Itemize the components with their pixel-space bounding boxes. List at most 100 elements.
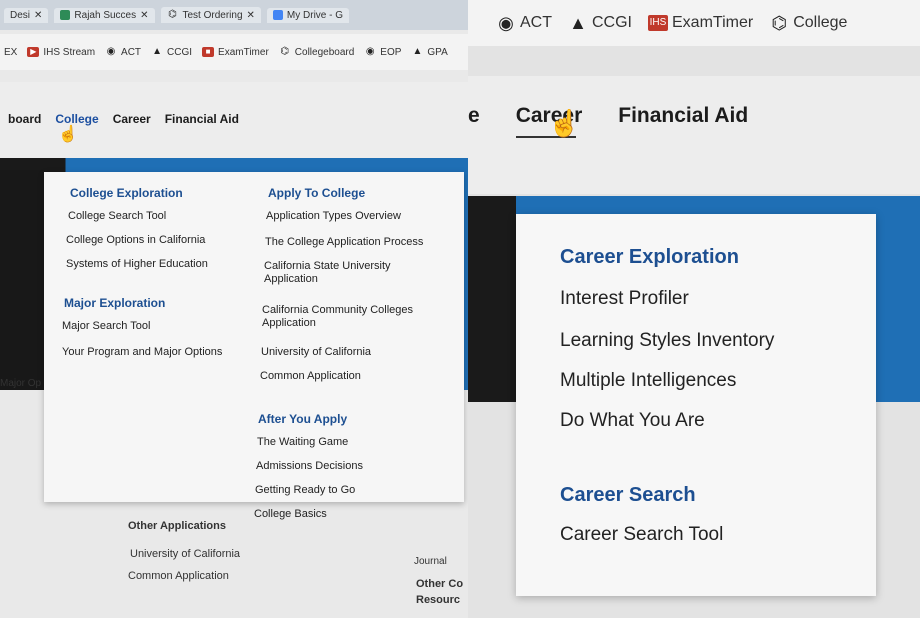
section-heading: Other Co [416,578,464,590]
bookmarks-bar: ◉ ACT ▲ CCGI IHS ExamTimer ⌬ College [468,0,920,46]
menu-item[interactable]: Your Program and Major Options [62,346,222,359]
nav-item-college[interactable]: e [468,104,480,128]
browser-tab[interactable]: Desi ✕ [4,7,49,23]
globe-icon: ◉ [365,46,375,57]
menu-item[interactable]: College Options in California [66,234,205,247]
bookmark[interactable]: ▲ GPA [411,46,447,58]
acorn-icon: ⌬ [168,9,177,20]
menu-item[interactable]: Career Search Tool [560,524,723,546]
bookmark[interactable]: ◉ ACT [496,13,552,33]
menu-item[interactable]: Do What You Are [560,410,705,432]
hand-cursor-icon: ☝ [548,108,581,138]
close-tab-icon[interactable]: ✕ [140,10,148,21]
nav-item-financial-aid[interactable]: Financial Aid [165,112,239,126]
bookmark-label: EOP [380,46,402,58]
list-item[interactable]: University of California [130,548,240,560]
drive-icon [272,10,283,20]
right-screenshot-pane: ◉ ACT ▲ CCGI IHS ExamTimer ⌬ College e Caree… [468,0,920,618]
ihs-icon: ■ [202,47,215,57]
graduation-cap-icon: ▲ [412,46,423,57]
globe-icon: ◉ [106,46,116,57]
tab-title: Rajah Succes [74,9,137,21]
menu-item[interactable]: California State University Application [264,260,444,286]
bookmark[interactable]: IHS ExamTimer [648,14,753,32]
bookmark-label: ExamTimer [218,46,269,58]
bookmark-label: EX [4,46,18,58]
section-heading: Other Applications [128,520,226,532]
bookmark[interactable]: ▲ CCGI [151,46,192,58]
docs-icon [60,10,71,20]
menu-heading: After You Apply [258,412,348,426]
site-nav: e Career Financial Aid ☝ [468,76,920,194]
menu-item[interactable]: College Search Tool [68,210,166,223]
menu-heading: College Exploration [70,186,183,200]
acorn-icon: ⌬ [280,46,290,57]
nav-item-career[interactable]: Career [113,112,151,126]
bookmark-label: ACT [520,14,552,31]
browser-tab[interactable]: ⌬ Test Ordering ✕ [160,7,261,23]
section-heading: Resourc [416,594,461,606]
career-dropdown-menu: Career Exploration Interest Profiler Lea… [516,214,876,596]
ihs-icon: IHS [648,15,668,31]
bookmark[interactable]: ▶ IHS Stream [27,47,95,58]
bookmark-label: ExamTimer [672,14,754,31]
menu-item[interactable]: The College Application Process [265,236,423,249]
list-item[interactable]: Common Application [128,570,229,582]
bookmark-label: Collegeboard [294,46,355,58]
bookmark[interactable]: ■ ExamTimer [202,47,269,58]
globe-icon: ◉ [498,13,514,33]
graduation-cap-icon: ▲ [569,13,587,33]
bookmark[interactable]: ◉ ACT [105,46,141,58]
bookmark[interactable]: ▲ CCGI [568,13,632,33]
menu-item[interactable]: Interest Profiler [560,288,689,310]
hero-dark-block [468,196,516,402]
bookmark[interactable]: ◉ EOP [364,46,402,58]
tab-title: My Drive - G [286,9,344,21]
college-dropdown-menu: College Exploration College Search Tool … [44,172,464,502]
side-text: Journal [414,556,447,567]
browser-tab[interactable]: My Drive - G [266,7,350,23]
menu-heading: Career Exploration [560,246,739,268]
hand-cursor-icon: ☝ [58,126,78,143]
menu-heading: Apply To College [268,186,366,200]
bookmark[interactable]: ⌬ College [769,13,847,33]
menu-item[interactable]: Learning Styles Inventory [560,330,774,352]
left-screenshot-pane: Desi ✕ Rajah Succes ✕ ⌬ Test Ordering ✕ … [0,0,468,618]
bookmark-label: ACT [121,46,142,58]
menu-item[interactable]: Application Types Overview [266,210,401,223]
menu-item[interactable]: Systems of Higher Education [66,258,208,271]
hero-dark-block [0,170,44,390]
graduation-cap-icon: ▲ [152,46,162,57]
menu-item[interactable]: University of California [261,346,371,359]
nav-item-financial-aid[interactable]: Financial Aid [618,104,748,128]
menu-item[interactable]: The Waiting Game [257,436,348,449]
menu-heading: Major Exploration [64,296,166,310]
menu-item[interactable]: Getting Ready to Go [255,484,355,497]
menu-item[interactable]: Multiple Intelligences [560,370,736,392]
close-tab-icon[interactable]: ✕ [34,10,42,21]
menu-item[interactable]: Admissions Decisions [256,460,363,473]
bookmark-label: GPA [427,46,448,58]
menu-item[interactable]: College Basics [254,508,327,521]
bookmarks-bar: EX ▶ IHS Stream ◉ ACT ▲ CCGI ■ ExamTimer ⌬ Co… [0,34,468,70]
side-text: Major Op [0,378,42,389]
bookmark-label: IHS Stream [43,46,96,58]
tab-title: Test Ordering [182,9,243,21]
menu-item[interactable]: Common Application [260,370,361,383]
menu-item[interactable]: California Community Colleges Applicatio… [262,304,452,330]
menu-heading: Career Search [560,484,696,506]
nav-item-board[interactable]: board [8,112,41,126]
close-tab-icon[interactable]: ✕ [247,10,255,21]
acorn-icon: ⌬ [771,13,788,33]
browser-tab[interactable]: Rajah Succes ✕ [54,7,155,23]
stream-icon: ▶ [27,47,40,57]
bookmark-label: CCGI [167,46,193,58]
bookmark-label: CCGI [592,14,632,31]
browser-tab-bar: Desi ✕ Rajah Succes ✕ ⌬ Test Ordering ✕ … [0,0,468,30]
bookmark[interactable]: ⌬ Collegeboard [279,46,355,58]
menu-item[interactable]: Major Search Tool [62,320,150,333]
hero-banner [0,158,468,172]
tab-title: Desi [10,9,31,21]
site-nav: board College Career Financial Aid ☝ [0,82,468,160]
bookmark[interactable]: EX [4,47,17,58]
